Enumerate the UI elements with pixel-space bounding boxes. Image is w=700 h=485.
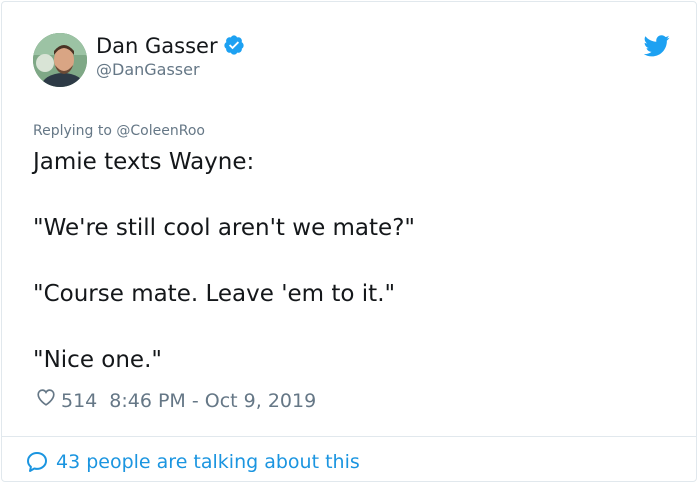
heart-icon[interactable]: [35, 386, 57, 415]
reply-mention-link[interactable]: @ColeenRoo: [116, 123, 205, 139]
comment-bubble-icon: [27, 452, 47, 472]
tweet-card: Dan Gasser @DanGasser Replying to @Colee…: [1, 1, 697, 482]
conversation-link[interactable]: 43 people are talking about this: [25, 449, 360, 475]
author-handle[interactable]: @DanGasser: [96, 60, 200, 80]
author-name[interactable]: Dan Gasser: [96, 33, 245, 62]
tweet-timestamp[interactable]: 8:46 PM - Oct 9, 2019: [109, 388, 316, 414]
avatar[interactable]: [33, 33, 87, 87]
tweet-meta: 514 8:46 PM - Oct 9, 2019: [35, 386, 316, 415]
tweet-line: Jamie texts Wayne:: [33, 149, 255, 175]
tweet-line: "We're still cool aren't we mate?": [33, 215, 415, 241]
conversation-link-text[interactable]: 43 people are talking about this: [56, 449, 360, 475]
like-count[interactable]: 514: [61, 388, 97, 414]
avatar-image: [33, 33, 87, 87]
replying-to-prefix: Replying to: [33, 123, 112, 139]
tweet-line: "Course mate. Leave 'em to it.": [33, 281, 396, 307]
divider: [2, 436, 696, 437]
verified-badge-icon: [223, 34, 245, 62]
twitter-bird-icon[interactable]: [643, 35, 670, 61]
tweet-text: Jamie texts Wayne: "We're still cool are…: [33, 146, 673, 377]
replying-to: Replying to @ColeenRoo: [33, 122, 205, 140]
tweet-line: "Nice one.": [33, 347, 162, 373]
author-name-text[interactable]: Dan Gasser: [96, 34, 218, 58]
